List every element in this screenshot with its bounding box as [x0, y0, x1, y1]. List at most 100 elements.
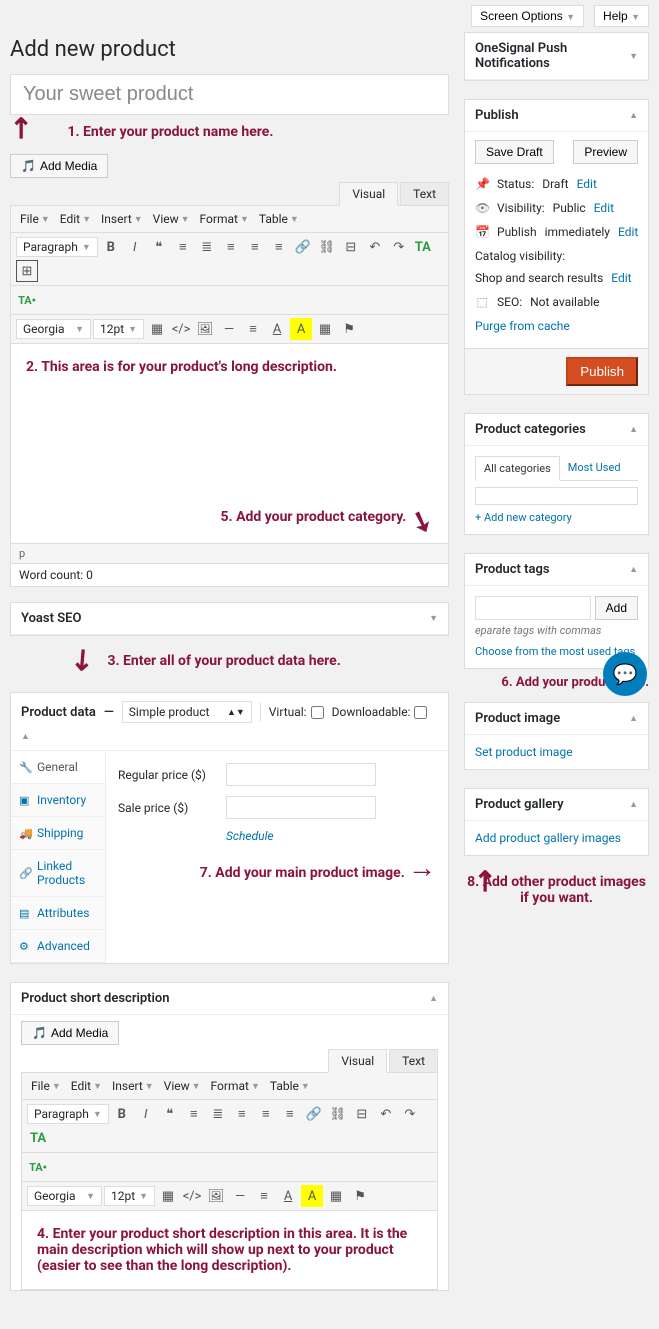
tab-linked[interactable]: 🔗Linked Products: [11, 850, 105, 897]
add-media-button[interactable]: 🎵Add Media: [10, 154, 108, 178]
table-icon[interactable]: ▦: [314, 318, 336, 340]
table-icon[interactable]: ▦: [325, 1185, 347, 1207]
image-icon[interactable]: 🖼: [205, 1185, 227, 1207]
font-dropdown-2[interactable]: Georgia▼: [27, 1186, 102, 1206]
redo-icon[interactable]: ↷: [399, 1103, 421, 1125]
category-list[interactable]: [475, 487, 638, 505]
schedule-link[interactable]: Schedule: [226, 829, 436, 843]
menu-edit[interactable]: Edit ▼: [56, 209, 95, 229]
menu-edit-2[interactable]: Edit ▼: [67, 1076, 106, 1096]
menu-view[interactable]: View ▼: [149, 209, 194, 229]
tab-visual-2[interactable]: Visual: [328, 1049, 387, 1073]
publish-button[interactable]: Publish: [566, 357, 638, 386]
bullet-list-icon[interactable]: ≡: [183, 1103, 205, 1125]
tab-text[interactable]: Text: [400, 182, 449, 206]
unlink-icon[interactable]: ⛓: [316, 236, 338, 258]
product-title-input[interactable]: [10, 74, 449, 115]
menu-format[interactable]: Format ▼: [196, 209, 253, 229]
virtual-checkbox[interactable]: Virtual:: [269, 705, 324, 719]
fontsize-dropdown[interactable]: 12pt▼: [93, 319, 144, 339]
preview-button[interactable]: Preview: [573, 140, 638, 164]
tab-all-categories[interactable]: All categories: [475, 456, 560, 481]
add-gallery-link[interactable]: Add product gallery images: [475, 831, 621, 845]
textcolor-icon[interactable]: A: [277, 1185, 299, 1207]
seo-icon-2b[interactable]: TA●: [27, 1156, 49, 1178]
hr-icon[interactable]: —: [229, 1185, 251, 1207]
bold-icon[interactable]: B: [100, 236, 122, 258]
menu-file[interactable]: File ▼: [16, 209, 54, 229]
chevron-up-icon[interactable]: ▲: [629, 110, 638, 121]
justify-icon[interactable]: ≡: [253, 1185, 275, 1207]
fontsize-dropdown-2[interactable]: 12pt▼: [104, 1186, 155, 1206]
italic-icon[interactable]: I: [124, 236, 146, 258]
seo-icon[interactable]: TA: [412, 236, 434, 258]
tab-visual[interactable]: Visual: [339, 182, 398, 206]
chevron-up-icon[interactable]: ▲: [629, 799, 638, 810]
add-media-button-2[interactable]: 🎵Add Media: [21, 1021, 119, 1045]
redo-icon[interactable]: ↷: [388, 236, 410, 258]
layout-icon[interactable]: ▦: [157, 1185, 179, 1207]
paragraph-dropdown-2[interactable]: Paragraph▼: [27, 1104, 109, 1124]
more-icon[interactable]: ⊟: [340, 236, 362, 258]
edit-status-link[interactable]: Edit: [577, 177, 597, 191]
chevron-up-icon[interactable]: ▲: [429, 993, 438, 1004]
bgcolor-icon[interactable]: A: [290, 318, 312, 340]
add-tag-button[interactable]: Add: [595, 596, 638, 620]
textcolor-icon[interactable]: A: [266, 318, 288, 340]
toolbar-toggle-icon[interactable]: ⊞: [16, 260, 38, 282]
screen-options-button[interactable]: Screen Options ▼: [471, 5, 584, 27]
code-icon[interactable]: </>: [170, 318, 192, 340]
number-list-icon[interactable]: ≣: [196, 236, 218, 258]
edit-catalog-link[interactable]: Edit: [611, 271, 631, 285]
chevron-up-icon[interactable]: ▲: [629, 713, 638, 724]
align-right-icon[interactable]: ≡: [279, 1103, 301, 1125]
quote-icon[interactable]: ❝: [159, 1103, 181, 1125]
tab-text-2[interactable]: Text: [389, 1049, 438, 1073]
tab-most-used[interactable]: Most Used: [560, 456, 629, 480]
seo-icon[interactable]: TA: [27, 1127, 49, 1149]
layout-icon[interactable]: ▦: [146, 318, 168, 340]
anchor-icon[interactable]: ⚑: [338, 318, 360, 340]
align-right-icon[interactable]: ≡: [268, 236, 290, 258]
italic-icon[interactable]: I: [135, 1103, 157, 1125]
tab-attributes[interactable]: ▤Attributes: [11, 897, 105, 930]
hr-icon[interactable]: —: [218, 318, 240, 340]
code-icon[interactable]: </>: [181, 1185, 203, 1207]
bgcolor-icon[interactable]: A: [301, 1185, 323, 1207]
menu-table[interactable]: Table ▼: [255, 209, 303, 229]
tag-input[interactable]: [475, 596, 591, 620]
align-center-icon[interactable]: ≡: [255, 1103, 277, 1125]
save-draft-button[interactable]: Save Draft: [475, 140, 554, 164]
add-category-link[interactable]: + Add new category: [475, 511, 638, 524]
link-icon[interactable]: 🔗: [292, 236, 314, 258]
image-icon[interactable]: 🖼: [194, 318, 216, 340]
chevron-up-icon[interactable]: ▲: [629, 564, 638, 575]
menu-format-2[interactable]: Format ▼: [207, 1076, 264, 1096]
justify-icon[interactable]: ≡: [242, 318, 264, 340]
purge-cache-link[interactable]: Purge from cache: [475, 319, 570, 333]
bullet-list-icon[interactable]: ≡: [172, 236, 194, 258]
edit-visibility-link[interactable]: Edit: [594, 201, 614, 215]
undo-icon[interactable]: ↶: [375, 1103, 397, 1125]
chevron-down-icon[interactable]: ▼: [429, 613, 438, 624]
undo-icon[interactable]: ↶: [364, 236, 386, 258]
set-product-image-link[interactable]: Set product image: [475, 745, 573, 759]
align-left-icon[interactable]: ≡: [231, 1103, 253, 1125]
bold-icon[interactable]: B: [111, 1103, 133, 1125]
menu-insert-2[interactable]: Insert ▼: [108, 1076, 158, 1096]
align-center-icon[interactable]: ≡: [244, 236, 266, 258]
regular-price-input[interactable]: [226, 763, 376, 786]
number-list-icon[interactable]: ≣: [207, 1103, 229, 1125]
menu-table-2[interactable]: Table ▼: [266, 1076, 314, 1096]
tab-advanced[interactable]: ⚙Advanced: [11, 930, 105, 963]
tab-shipping[interactable]: 🚚Shipping: [11, 817, 105, 850]
paragraph-dropdown[interactable]: Paragraph▼: [16, 237, 98, 257]
edit-publish-link[interactable]: Edit: [618, 225, 638, 239]
tab-general[interactable]: 🔧General: [11, 751, 105, 784]
help-button[interactable]: Help ▼: [594, 5, 649, 27]
chevron-up-icon[interactable]: ▲: [21, 731, 30, 742]
chat-bubble-icon[interactable]: 💬: [603, 652, 647, 696]
unlink-icon[interactable]: ⛓: [327, 1103, 349, 1125]
font-dropdown[interactable]: Georgia▼: [16, 319, 91, 339]
downloadable-checkbox[interactable]: Downloadable:: [332, 705, 428, 719]
